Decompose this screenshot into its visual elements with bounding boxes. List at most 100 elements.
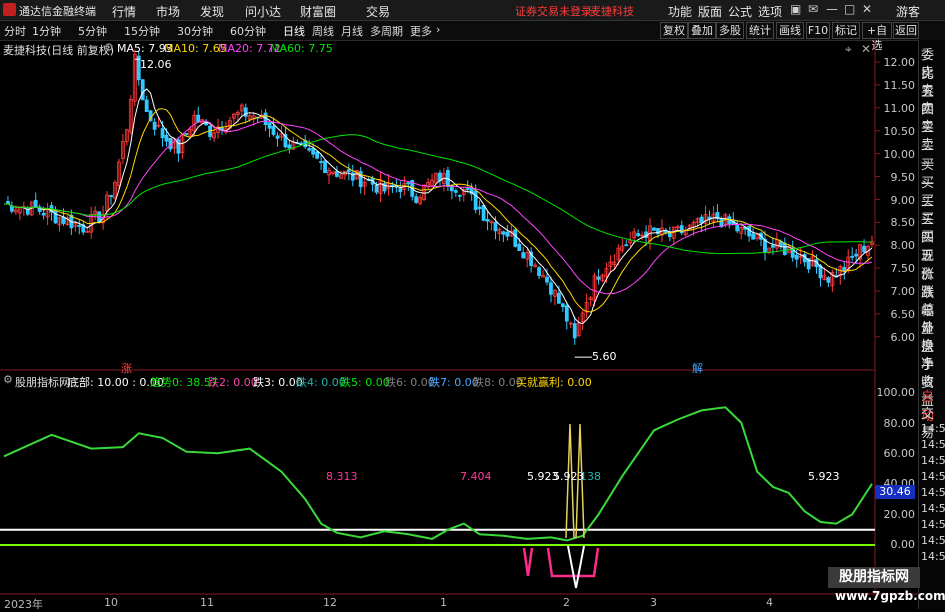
candle-body xyxy=(854,253,859,257)
candle-body xyxy=(794,254,799,260)
candle-body xyxy=(398,188,403,193)
candle-body xyxy=(572,323,577,339)
candle-body xyxy=(453,190,458,193)
watermark-url: www.7gpzb.com xyxy=(835,589,945,603)
indicator-tick: 0.00 xyxy=(890,538,916,551)
candle-body xyxy=(679,225,684,234)
high-price-label: 12.06 xyxy=(140,58,172,71)
candle-body xyxy=(735,224,740,232)
pin-icon[interactable]: ⌖ xyxy=(845,42,852,57)
candle-body xyxy=(707,216,712,220)
indicator-gear-icon[interactable]: ⚙ xyxy=(3,373,13,386)
price-tick: 6.50 xyxy=(890,308,916,321)
candle-body xyxy=(319,161,323,163)
candle-body xyxy=(513,229,518,247)
candle-body xyxy=(6,201,10,204)
candle-body xyxy=(61,216,66,224)
price-tick: 8.00 xyxy=(890,239,916,252)
date-tick: 4 xyxy=(766,596,773,609)
candle-body xyxy=(505,231,510,237)
jie-marker: 解 xyxy=(692,362,703,375)
quote-sidebar: 委比 卖五 卖四 卖三 卖二 卖一 买一 买二 买三 买四 买五 现价 涨跌 涨… xyxy=(918,40,945,609)
low-price-label: 5.60 xyxy=(592,350,617,363)
indicator-tick: 60.00 xyxy=(883,447,916,460)
price-tick: 10.50 xyxy=(883,125,916,138)
date-tick: 2 xyxy=(563,596,570,609)
date-tick: 1 xyxy=(440,596,447,609)
candle-body xyxy=(414,196,419,203)
candle-body xyxy=(537,267,541,276)
candle-body xyxy=(53,209,58,224)
price-tick: 8.50 xyxy=(890,216,916,229)
ma10-line xyxy=(3,108,873,313)
indicator-item-die5: 跌5: 0.00 xyxy=(340,376,390,389)
date-tick: 12 xyxy=(323,596,337,609)
candle-body xyxy=(346,169,351,172)
price-tick: 6.00 xyxy=(890,331,916,344)
price-tick: 9.50 xyxy=(890,171,916,184)
indicator-item-die2: 跌2: 0.00 xyxy=(208,376,258,389)
indicator-item-maijiuyingli: 买就赢利: 0.00 xyxy=(516,376,592,389)
date-tick: 3 xyxy=(650,596,657,609)
trend-line xyxy=(3,406,873,542)
candle-body xyxy=(751,233,755,240)
candle-body xyxy=(271,125,276,135)
indicator-item-die7: 跌7: 0.00 xyxy=(429,376,479,389)
indicator-tick: 20.00 xyxy=(883,508,916,521)
candle-body xyxy=(481,204,486,221)
candle-body xyxy=(624,244,629,247)
candle-body xyxy=(33,199,38,208)
price-tick: 12.00 xyxy=(883,56,916,69)
candle-body xyxy=(747,225,752,237)
candle-body xyxy=(307,148,312,151)
price-tick: 11.00 xyxy=(883,102,916,115)
candle-body xyxy=(152,121,157,130)
current-value-badge: 30.46 xyxy=(875,485,915,499)
ma60-label: MA60: 7.75 xyxy=(270,42,333,55)
candle-body xyxy=(564,305,569,322)
side-time: 14:56 xyxy=(921,518,945,531)
annotation-value: 138 xyxy=(580,470,601,483)
candle-body xyxy=(335,171,339,177)
candle-body xyxy=(545,276,549,283)
candle-body xyxy=(652,227,656,231)
candle-body xyxy=(850,255,855,258)
candle-body xyxy=(323,160,327,174)
candle-body xyxy=(457,194,462,197)
indicator-item-die6: 跌6: 0.00 xyxy=(385,376,435,389)
indicator-name[interactable]: 股朋指标网 xyxy=(15,374,70,390)
candle-body xyxy=(473,190,478,211)
indicator-tick: 80.00 xyxy=(883,417,916,430)
candle-body xyxy=(826,277,831,283)
price-tick: 9.00 xyxy=(890,194,916,207)
candle-body xyxy=(517,243,522,251)
candle-body xyxy=(465,187,470,190)
annotation-value: 7.404 xyxy=(460,470,492,483)
candle-body xyxy=(41,212,46,216)
candle-body xyxy=(374,185,379,193)
candle-body xyxy=(311,148,316,155)
price-tick: 7.00 xyxy=(890,285,916,298)
candle-body xyxy=(267,122,272,129)
candle-body xyxy=(862,245,866,253)
price-tick: 10.00 xyxy=(883,148,916,161)
candle-body xyxy=(160,128,165,139)
candle-body xyxy=(549,282,553,295)
candle-body xyxy=(782,242,787,255)
ma60-line xyxy=(3,134,873,255)
candle-body xyxy=(501,231,506,235)
settings-gear-icon[interactable]: ⚙ xyxy=(104,41,114,54)
candle-body xyxy=(596,276,601,280)
bottom-mark xyxy=(567,545,585,589)
close-chart-icon[interactable]: ✕ xyxy=(861,42,871,56)
kline-chart[interactable] xyxy=(0,0,945,609)
candle-body xyxy=(315,151,320,159)
candle-body xyxy=(164,134,169,142)
ma20-line xyxy=(3,120,873,295)
candle-body xyxy=(560,303,565,308)
side-time: 14:56 xyxy=(921,486,945,499)
candle-body xyxy=(275,135,280,139)
candle-body xyxy=(243,107,248,117)
candle-body xyxy=(521,252,526,259)
candle-body xyxy=(77,224,82,227)
